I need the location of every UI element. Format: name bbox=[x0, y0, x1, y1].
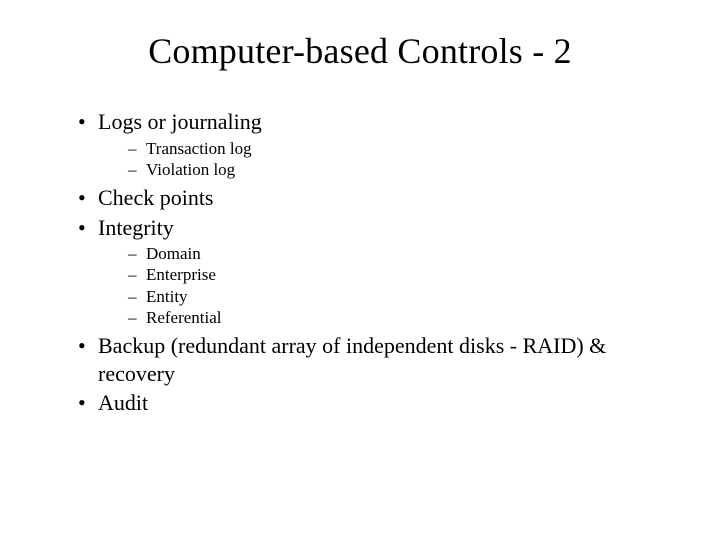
list-item: Referential bbox=[124, 307, 652, 328]
list-item-label: Domain bbox=[146, 244, 201, 263]
list-item: Entity bbox=[124, 286, 652, 307]
bullet-list: Logs or journaling Transaction log Viola… bbox=[68, 108, 652, 417]
list-item-label: Transaction log bbox=[146, 139, 252, 158]
sublist: Transaction log Violation log bbox=[98, 138, 652, 181]
list-item-label: Enterprise bbox=[146, 265, 216, 284]
list-item-label: Audit bbox=[98, 390, 148, 415]
list-item: Violation log bbox=[124, 159, 652, 180]
list-item: Integrity Domain Enterprise Entity Refer… bbox=[68, 214, 652, 329]
slide-title: Computer-based Controls - 2 bbox=[68, 30, 652, 72]
list-item-label: Integrity bbox=[98, 215, 174, 240]
list-item-label: Violation log bbox=[146, 160, 235, 179]
list-item: Logs or journaling Transaction log Viola… bbox=[68, 108, 652, 180]
list-item: Backup (redundant array of independent d… bbox=[68, 332, 652, 387]
list-item-label: Backup (redundant array of independent d… bbox=[98, 333, 606, 386]
list-item-label: Check points bbox=[98, 185, 214, 210]
list-item-label: Entity bbox=[146, 287, 188, 306]
list-item-label: Logs or journaling bbox=[98, 109, 262, 134]
list-item: Transaction log bbox=[124, 138, 652, 159]
list-item: Audit bbox=[68, 389, 652, 417]
list-item-label: Referential bbox=[146, 308, 222, 327]
list-item: Domain bbox=[124, 243, 652, 264]
list-item: Check points bbox=[68, 184, 652, 212]
sublist: Domain Enterprise Entity Referential bbox=[98, 243, 652, 328]
list-item: Enterprise bbox=[124, 264, 652, 285]
